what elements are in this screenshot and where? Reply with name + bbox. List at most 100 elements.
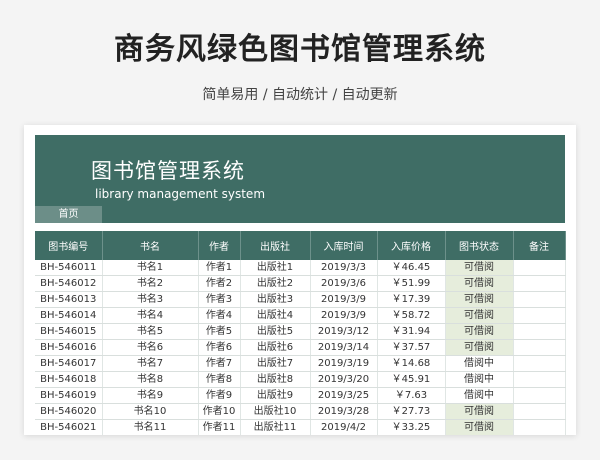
column-header[interactable]: 备注 — [513, 231, 566, 260]
table-cell — [513, 339, 566, 356]
table-cell — [513, 387, 566, 404]
table-cell: ￥31.94 — [377, 323, 446, 340]
table-cell: 出版社2 — [240, 275, 311, 292]
table-row[interactable]: BH-546020 书名10 作者10 出版社10 2019/3/28 ￥27.73 可借阅 — [35, 403, 566, 420]
table-cell: 2019/3/25 — [310, 387, 378, 404]
table-cell: 作者6 — [198, 339, 241, 356]
table-cell: 2019/3/12 — [310, 323, 378, 340]
table-cell: 借阅中 — [445, 371, 514, 388]
table-cell — [513, 403, 566, 420]
table-cell: 书名11 — [102, 419, 199, 435]
column-header[interactable]: 出版社 — [240, 231, 311, 260]
table-row[interactable]: BH-546019 书名9 作者9 出版社9 2019/3/25 ￥7.63 借阅中 — [35, 387, 566, 404]
table-cell — [513, 419, 566, 435]
table-cell: 出版社5 — [240, 323, 311, 340]
table-cell: 可借阅 — [445, 275, 514, 292]
table-cell: 2019/4/2 — [310, 419, 378, 435]
table-cell: BH-546013 — [35, 291, 103, 308]
table-cell — [513, 307, 566, 324]
column-header[interactable]: 入库时间 — [310, 231, 378, 260]
table-cell: 作者7 — [198, 355, 241, 372]
table-cell: 出版社1 — [240, 260, 311, 276]
table-cell: BH-546017 — [35, 355, 103, 372]
table-cell — [513, 355, 566, 372]
table-row[interactable]: BH-546017 书名7 作者7 出版社7 2019/3/19 ￥14.68 借阅中 — [35, 355, 566, 372]
table-cell: ￥27.73 — [377, 403, 446, 420]
page-headline: 商务风绿色图书馆管理系统 — [114, 32, 486, 67]
table-cell: 可借阅 — [445, 339, 514, 356]
table-cell: 书名9 — [102, 387, 199, 404]
table-cell: 书名7 — [102, 355, 199, 372]
table-row[interactable]: BH-546011 书名1 作者1 出版社1 2019/3/3 ￥46.45 可借阅 — [35, 260, 566, 276]
table-cell — [513, 371, 566, 388]
table-cell: 出版社9 — [240, 387, 311, 404]
table-cell: 可借阅 — [445, 291, 514, 308]
table-row[interactable]: BH-546012 书名2 作者2 出版社2 2019/3/6 ￥51.99 可借阅 — [35, 275, 566, 292]
table-cell: 可借阅 — [445, 403, 514, 420]
table-cell: BH-546012 — [35, 275, 103, 292]
table-cell: 书名2 — [102, 275, 199, 292]
table-cell: 作者5 — [198, 323, 241, 340]
table-row[interactable]: BH-546018 书名8 作者8 出版社8 2019/3/20 ￥45.91 借阅中 — [35, 371, 566, 388]
table-cell: 出版社4 — [240, 307, 311, 324]
table-cell: 出版社3 — [240, 291, 311, 308]
table-cell: BH-546020 — [35, 403, 103, 420]
column-header[interactable]: 入库价格 — [377, 231, 446, 260]
table-row[interactable]: BH-546015 书名5 作者5 出版社5 2019/3/12 ￥31.94 可借阅 — [35, 323, 566, 340]
table-cell: 可借阅 — [445, 307, 514, 324]
table-cell: 出版社10 — [240, 403, 311, 420]
app-subtitle: library management system — [95, 187, 266, 201]
table-cell: 2019/3/9 — [310, 291, 378, 308]
table-cell: 2019/3/28 — [310, 403, 378, 420]
table-cell: BH-546011 — [35, 260, 103, 276]
table-cell: BH-546019 — [35, 387, 103, 404]
table-row[interactable]: BH-546021 书名11 作者11 出版社11 2019/4/2 ￥33.25 可借阅 — [35, 419, 566, 435]
table-cell: 作者2 — [198, 275, 241, 292]
table-cell: ￥51.99 — [377, 275, 446, 292]
table-cell: 书名10 — [102, 403, 199, 420]
table-row[interactable]: BH-546014 书名4 作者4 出版社4 2019/3/9 ￥58.72 可借阅 — [35, 307, 566, 324]
table-row[interactable]: BH-546013 书名3 作者3 出版社3 2019/3/9 ￥17.39 可借阅 — [35, 291, 566, 308]
app-title: 图书馆管理系统 — [91, 159, 245, 183]
table-cell: 作者9 — [198, 387, 241, 404]
table-cell: 出版社11 — [240, 419, 311, 435]
table-cell: 可借阅 — [445, 260, 514, 276]
table-cell: 2019/3/19 — [310, 355, 378, 372]
table-cell: 出版社8 — [240, 371, 311, 388]
column-header[interactable]: 书名 — [102, 231, 199, 260]
tab-home[interactable]: 首页 — [35, 206, 102, 223]
table-cell: ￥17.39 — [377, 291, 446, 308]
table-cell: 书名5 — [102, 323, 199, 340]
table-cell: 2019/3/3 — [310, 260, 378, 276]
table-cell: 2019/3/6 — [310, 275, 378, 292]
column-header[interactable]: 图书编号 — [35, 231, 103, 260]
table-cell: 作者4 — [198, 307, 241, 324]
table-cell: 书名4 — [102, 307, 199, 324]
table-cell: 作者1 — [198, 260, 241, 276]
table-cell: 书名3 — [102, 291, 199, 308]
app-window: 图书馆管理系统 library management system 首页 图书编… — [24, 125, 576, 435]
table-cell: 出版社6 — [240, 339, 311, 356]
table-row[interactable]: BH-546016 书名6 作者6 出版社6 2019/3/14 ￥37.57 可借阅 — [35, 339, 566, 356]
table-cell: 作者10 — [198, 403, 241, 420]
table-cell — [513, 323, 566, 340]
column-header[interactable]: 图书状态 — [445, 231, 514, 260]
table-cell: BH-546016 — [35, 339, 103, 356]
table-cell: 可借阅 — [445, 323, 514, 340]
table-cell: ￥45.91 — [377, 371, 446, 388]
table-cell: 可借阅 — [445, 419, 514, 435]
table-cell — [513, 275, 566, 292]
table-cell: ￥46.45 — [377, 260, 446, 276]
table-cell: 作者3 — [198, 291, 241, 308]
table-cell: 书名8 — [102, 371, 199, 388]
table-cell: 书名6 — [102, 339, 199, 356]
table-cell: BH-546021 — [35, 419, 103, 435]
page-subline: 简单易用 / 自动统计 / 自动更新 — [202, 87, 398, 103]
table-cell: 书名1 — [102, 260, 199, 276]
table-cell: 2019/3/9 — [310, 307, 378, 324]
table-body: BH-546011 书名1 作者1 出版社1 2019/3/3 ￥46.45 可借阅 BH-5… — [35, 260, 566, 435]
books-table: 图书编号 书名 作者 出版社 入库时间 入库价格 图书状态 备注 BH-546011 书名1 作者… — [35, 231, 566, 435]
table-cell: ￥7.63 — [377, 387, 446, 404]
column-header[interactable]: 作者 — [198, 231, 241, 260]
table-cell: 出版社7 — [240, 355, 311, 372]
